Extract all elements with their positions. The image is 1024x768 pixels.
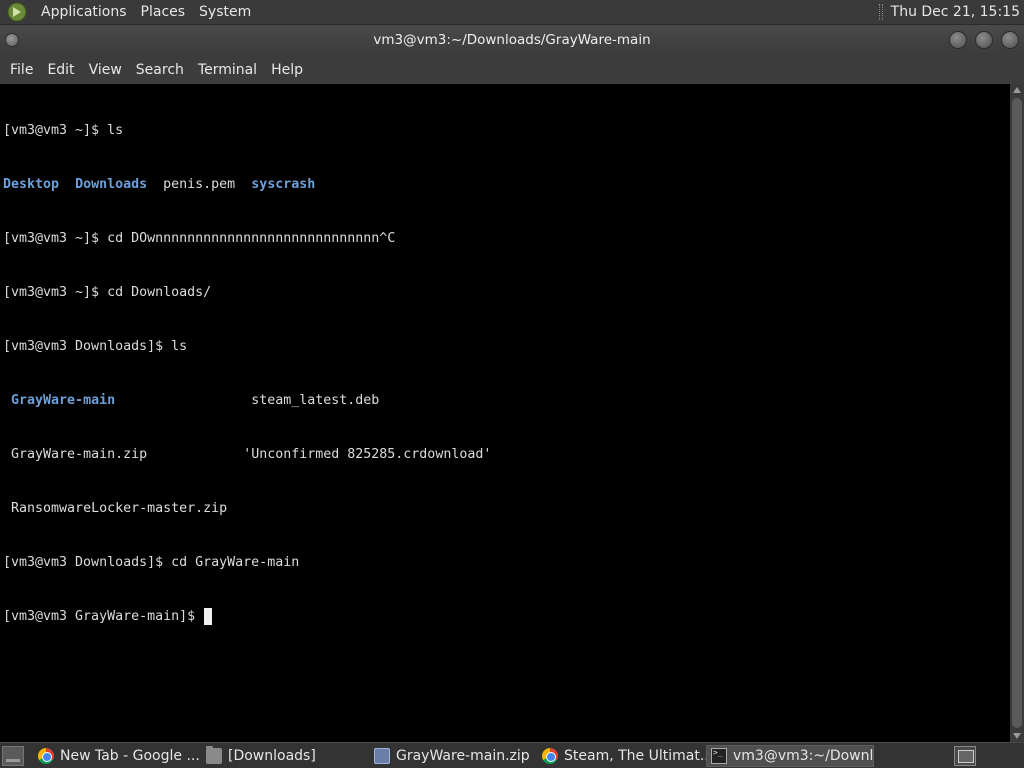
scrollbar[interactable] (1010, 84, 1024, 742)
terminal-line: [vm3@vm3 ~]$ cd DOwnnnnnnnnnnnnnnnnnnnnn… (3, 230, 491, 248)
terminal-line: [vm3@vm3 ~]$ cd Downloads/ (3, 284, 491, 302)
command: cd Downloads/ (107, 285, 212, 300)
task-label: GrayWare-main.zip (396, 747, 530, 764)
terminal-menu[interactable]: Terminal (191, 62, 264, 78)
prompt: [vm3@vm3 GrayWare-main]$ (3, 609, 204, 624)
terminal-line: [vm3@vm3 Downloads]$ cd GrayWare-main (3, 554, 491, 572)
task-button-grayware-zip[interactable]: GrayWare-main.zip (370, 745, 538, 767)
task-label: vm3@vm3:~/Downl... (733, 747, 873, 764)
task-button-terminal[interactable]: vm3@vm3:~/Downl... (706, 744, 874, 767)
help-menu[interactable]: Help (264, 62, 310, 78)
close-button[interactable] (1001, 31, 1019, 49)
prompt: [vm3@vm3 Downloads]$ (3, 555, 172, 570)
terminal-area[interactable]: [vm3@vm3 ~]$ ls Desktop Downloads penis.… (0, 84, 1010, 742)
file-entry: penis.pem (163, 177, 236, 192)
scroll-down-arrow-icon[interactable] (1013, 733, 1021, 739)
minimize-button[interactable] (949, 31, 967, 49)
task-button-downloads[interactable]: [Downloads] (202, 745, 370, 767)
terminal-menubar: File Edit View Search Terminal Help (0, 55, 1024, 84)
task-button-new-tab[interactable]: New Tab - Google ... (34, 745, 202, 767)
workspace-switcher[interactable] (954, 745, 976, 766)
folder-icon (206, 745, 222, 764)
task-label: Steam, The Ultimat... (564, 747, 706, 764)
file-entry: RansomwareLocker-master.zip (11, 501, 228, 516)
command: cd DOwnnnnnnnnnnnnnnnnnnnnnnnnnnnn^C (107, 231, 396, 246)
system-menu[interactable]: System (192, 4, 258, 20)
top-panel: Applications Places System Thu Dec 21, 1… (0, 0, 1024, 25)
prompt: [vm3@vm3 ~]$ (3, 285, 108, 300)
file-menu[interactable]: File (3, 62, 40, 78)
scroll-thumb[interactable] (1012, 98, 1022, 728)
prompt: [vm3@vm3 ~]$ (3, 231, 108, 246)
task-label: New Tab - Google ... (60, 747, 200, 764)
chrome-icon (542, 747, 558, 764)
command: cd GrayWare-main (171, 555, 300, 570)
file-entry: steam_latest.deb (251, 393, 380, 408)
task-button-steam[interactable]: Steam, The Ultimat... (538, 745, 706, 767)
taskbar: New Tab - Google ... [Downloads] GrayWar… (0, 742, 1024, 768)
panel-separator (878, 4, 883, 20)
file-entry: GrayWare-main.zip (11, 447, 148, 462)
view-menu[interactable]: View (82, 62, 129, 78)
places-menu[interactable]: Places (134, 4, 193, 20)
edit-menu[interactable]: Edit (40, 62, 81, 78)
command: ls (171, 339, 188, 354)
archive-icon (374, 747, 390, 764)
window-title: vm3@vm3:~/Downloads/GrayWare-main (373, 32, 651, 48)
dir-entry: Desktop (3, 177, 60, 192)
maximize-button[interactable] (975, 31, 993, 49)
search-menu[interactable]: Search (129, 62, 191, 78)
terminal-line: RansomwareLocker-master.zip (3, 500, 491, 518)
scroll-up-arrow-icon[interactable] (1013, 87, 1021, 93)
window-menu-button[interactable] (5, 33, 19, 47)
dir-entry: Downloads (75, 177, 148, 192)
terminal-line: [vm3@vm3 Downloads]$ ls (3, 338, 491, 356)
file-entry: 'Unconfirmed 825285.crdownload' (243, 447, 492, 462)
text-cursor (204, 608, 213, 625)
dir-entry: syscrash (251, 177, 316, 192)
window-titlebar[interactable]: vm3@vm3:~/Downloads/GrayWare-main (0, 25, 1024, 55)
dir-entry: GrayWare-main (11, 393, 116, 408)
terminal-output: [vm3@vm3 ~]$ ls Desktop Downloads penis.… (3, 86, 491, 662)
prompt: [vm3@vm3 ~]$ (3, 123, 108, 138)
terminal-line: [vm3@vm3 GrayWare-main]$ (3, 608, 491, 626)
chrome-icon (38, 747, 54, 764)
command: ls (107, 123, 124, 138)
terminal-line: GrayWare-main.zip 'Unconfirmed 825285.cr… (3, 446, 491, 464)
terminal-icon (711, 747, 727, 764)
terminal-line: GrayWare-main steam_latest.deb (3, 392, 491, 410)
clock[interactable]: Thu Dec 21, 15:15 (891, 4, 1024, 20)
prompt: [vm3@vm3 Downloads]$ (3, 339, 172, 354)
mate-logo-icon[interactable] (7, 2, 27, 22)
show-desktop-button[interactable] (2, 745, 24, 766)
terminal-line: Desktop Downloads penis.pem syscrash (3, 176, 491, 194)
terminal-line: [vm3@vm3 ~]$ ls (3, 122, 491, 140)
applications-menu[interactable]: Applications (34, 4, 134, 20)
task-label: [Downloads] (228, 747, 316, 764)
